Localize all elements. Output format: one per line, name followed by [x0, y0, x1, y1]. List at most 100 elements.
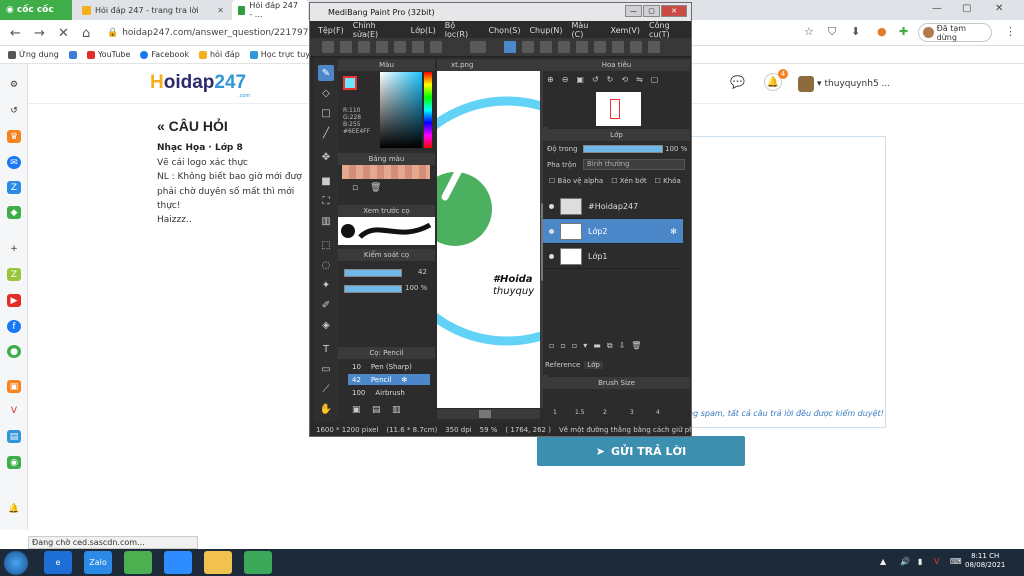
new-8bit-layer-icon[interactable]: ▫: [572, 341, 577, 351]
rotate-right-icon[interactable]: ↻: [607, 75, 614, 87]
zoom-taskbar-icon[interactable]: [164, 551, 192, 574]
youtube-side-icon[interactable]: ▶: [7, 294, 21, 307]
browser-brand-button[interactable]: ◉ cốc cốc: [0, 0, 72, 20]
layer-row[interactable]: #Hoidap247: [543, 194, 683, 219]
paused-profile-button[interactable]: Đã tạm dừng: [918, 23, 992, 42]
facebook-side-icon[interactable]: f: [7, 320, 21, 333]
move-tool-icon[interactable]: ✥: [318, 149, 334, 165]
bucket-tool-icon[interactable]: ⛶: [318, 193, 334, 209]
protect-alpha-checkbox[interactable]: ☐ Bảo vệ alpha: [549, 177, 603, 185]
brush-settings-icon[interactable]: ▤: [372, 405, 381, 415]
medibang-titlebar[interactable]: MediBang Paint Pro (32bit) — ▢ ✕: [310, 3, 691, 21]
menu-file[interactable]: Tệp(F): [318, 26, 344, 35]
crown-icon[interactable]: ♛: [7, 130, 21, 143]
fullscreen-icon[interactable]: ▢: [651, 75, 659, 87]
canvas-tab[interactable]: xt.png: [437, 59, 543, 71]
menu-layer[interactable]: Lớp(L): [411, 26, 436, 35]
menu-view[interactable]: Xem(V): [610, 26, 640, 35]
speaker-icon[interactable]: 🔊: [900, 557, 910, 566]
radial-snap-icon[interactable]: [576, 41, 588, 53]
news-icon[interactable]: ▤: [7, 430, 21, 443]
z-app-icon[interactable]: Z: [7, 268, 21, 281]
add-brush-icon[interactable]: ▣: [352, 405, 361, 415]
fill-rect-icon[interactable]: ■: [318, 173, 334, 189]
cloud-icon[interactable]: [322, 41, 334, 53]
explorer-taskbar-icon[interactable]: [204, 551, 232, 574]
star-icon[interactable]: ☆: [804, 25, 814, 38]
minimize-icon[interactable]: —: [932, 3, 942, 14]
tab-hoidap-2[interactable]: Hỏi đáp 247 - ...: [232, 0, 308, 20]
magic-wand-icon[interactable]: ✦: [318, 277, 334, 293]
undo-icon[interactable]: [470, 41, 486, 53]
color-palette[interactable]: [342, 165, 430, 179]
menu-dots-icon[interactable]: ⋮: [1005, 25, 1016, 38]
select-pen-icon[interactable]: ✐: [318, 297, 334, 313]
bookmark-facebook[interactable]: Facebook: [140, 50, 189, 59]
perspective-snap-icon[interactable]: [612, 41, 624, 53]
bookmark-youtube[interactable]: YouTube: [86, 50, 130, 59]
current-color-swatch[interactable]: [343, 76, 357, 90]
submit-answer-button[interactable]: ➤ GỬI TRẢ LỜI: [537, 436, 745, 466]
print-icon[interactable]: [412, 41, 424, 53]
eraser-tool-icon[interactable]: ◇: [318, 85, 334, 101]
brush-item-selected[interactable]: 42 Pencil ✻: [348, 374, 430, 385]
delete-layer-icon[interactable]: 🗑: [631, 341, 641, 351]
menu-capture[interactable]: Chụp(N): [529, 26, 562, 35]
fit-icon[interactable]: ▣: [576, 75, 584, 87]
menu-color[interactable]: Màu (C): [572, 21, 602, 39]
zoom-out-icon[interactable]: ⊖: [562, 75, 569, 87]
eye-icon[interactable]: [549, 228, 554, 234]
gradient-tool-icon[interactable]: ▥: [318, 213, 334, 229]
brush-size-option[interactable]: 1.5: [575, 409, 585, 416]
duplicate-layer-icon[interactable]: ⧉: [607, 341, 613, 351]
messenger-icon[interactable]: ✉: [7, 156, 21, 169]
notification-bell-icon[interactable]: 🔔: [7, 502, 21, 515]
extension-icon[interactable]: ●: [877, 25, 887, 38]
layer-folder-icon[interactable]: ▬: [593, 341, 601, 351]
clock[interactable]: 8:11 CH 08/08/2021: [965, 552, 1005, 570]
drawing-canvas[interactable]: #Hoida thuyquy: [437, 71, 540, 408]
curve-snap-icon[interactable]: [558, 41, 570, 53]
blend-mode-select[interactable]: Bình thường: [583, 159, 685, 170]
bookmark-apps[interactable]: Ứng dụng: [8, 50, 59, 59]
brush-size-option[interactable]: 2: [603, 409, 607, 416]
brush-item[interactable]: 10 Pen (Sharp): [348, 361, 430, 372]
settings-gear-icon[interactable]: ⚙: [7, 78, 21, 91]
coccoc-taskbar-icon[interactable]: [124, 551, 152, 574]
bookmark-hoidap[interactable]: hỏi đáp: [198, 50, 240, 59]
url-field[interactable]: 🔒 hoidap247.com/answer_question/2217970: [107, 24, 314, 42]
saturation-value-picker[interactable]: [380, 72, 422, 148]
vivaldi-icon[interactable]: V: [934, 557, 939, 566]
page-icon[interactable]: [394, 41, 406, 53]
shop-icon[interactable]: ▣: [7, 380, 21, 393]
menu-select[interactable]: Chọn(S): [489, 26, 521, 35]
hue-slider[interactable]: [424, 72, 432, 148]
chat-icon[interactable]: 💬: [730, 75, 745, 89]
maps-icon[interactable]: ◉: [7, 456, 21, 469]
comment-icon[interactable]: [376, 41, 388, 53]
add-swatch-icon[interactable]: ▫: [352, 183, 358, 193]
network-icon[interactable]: ▮: [918, 557, 922, 566]
bookmark-cloud[interactable]: [68, 50, 77, 59]
brush-size-slider[interactable]: [344, 269, 402, 277]
zalo-taskbar-icon[interactable]: Zalo: [84, 551, 112, 574]
antialias-icon[interactable]: [648, 41, 660, 53]
clipping-checkbox[interactable]: ☐ Xén bớt: [611, 177, 646, 185]
vtv-icon[interactable]: V: [7, 404, 21, 417]
menu-edit[interactable]: Chỉnh sửa(E): [353, 21, 402, 39]
grid-snap-icon[interactable]: [540, 41, 552, 53]
gear-icon[interactable]: ✻: [670, 227, 683, 236]
opacity-slider[interactable]: [344, 285, 402, 293]
game-icon[interactable]: ◆: [7, 206, 21, 219]
start-button[interactable]: [4, 551, 28, 575]
hand-tool-icon[interactable]: ✋: [318, 401, 334, 417]
lasso-tool-icon[interactable]: ◌: [318, 257, 334, 273]
spotify-icon[interactable]: ●: [7, 345, 21, 358]
brush-size-option[interactable]: 1: [553, 409, 557, 416]
circle-snap-icon[interactable]: [594, 41, 606, 53]
user-menu[interactable]: ▾ thuyquynh5 ...: [798, 76, 890, 92]
delete-swatch-icon[interactable]: 🗑: [370, 183, 381, 193]
menu-filter[interactable]: Bộ lọc(R): [445, 21, 480, 39]
dot-tool-icon[interactable]: □: [318, 105, 334, 121]
home-icon[interactable]: ⌂: [82, 26, 90, 41]
